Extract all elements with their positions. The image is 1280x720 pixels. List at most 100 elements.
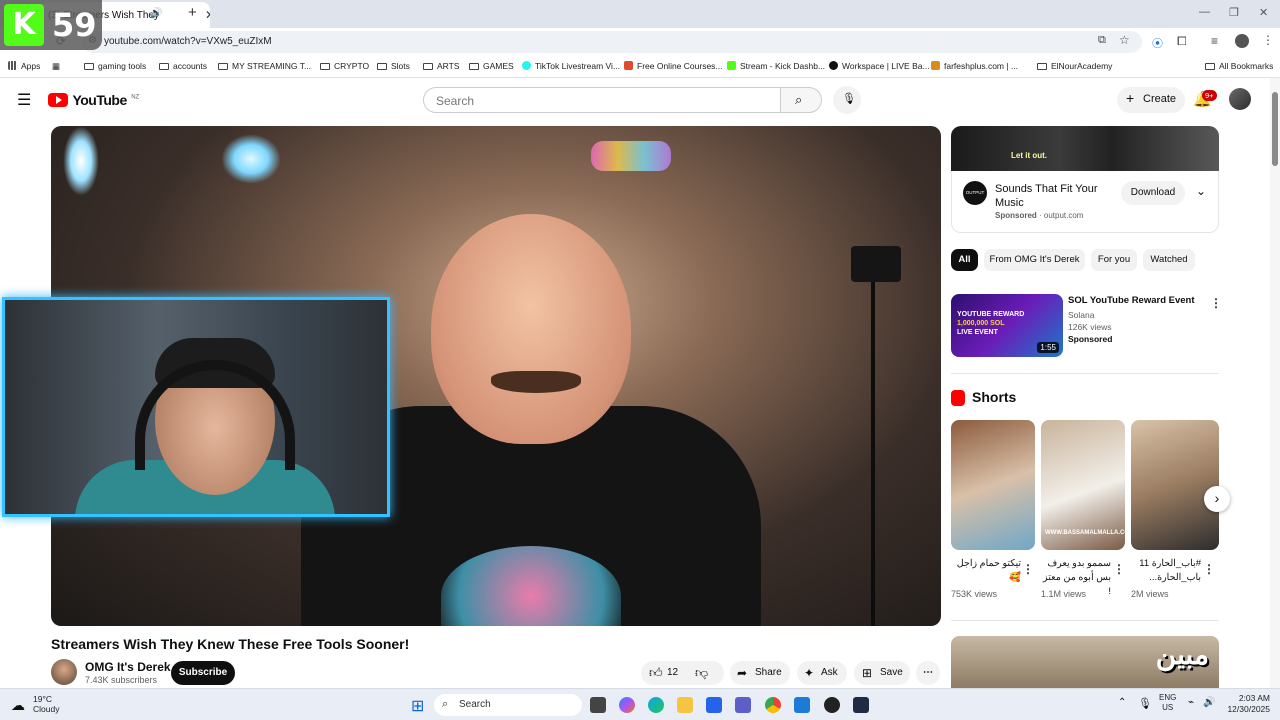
bookmark-games[interactable]: GAMES (469, 61, 514, 71)
more-options-icon[interactable]: ⋮ (1022, 562, 1034, 576)
bookmark-slots[interactable]: Slots (377, 61, 410, 71)
chip-all[interactable]: All (951, 249, 978, 271)
bookmark-accounts[interactable]: accounts (159, 61, 207, 71)
short-thumbnail[interactable] (1131, 420, 1219, 550)
edge-icon[interactable] (648, 697, 664, 713)
next-video-thumbnail[interactable]: مبين (951, 636, 1219, 688)
voice-search-button[interactable]: 🎙 (833, 86, 861, 114)
like-icon[interactable]: 👍︎ (649, 661, 663, 685)
youtube-logo[interactable]: YouTube NZ (48, 92, 139, 110)
window-close-icon[interactable]: ✕ (1259, 6, 1268, 19)
reading-list-icon[interactable]: ≡ (1211, 34, 1218, 48)
shorts-next-arrow-icon[interactable]: › (1204, 486, 1230, 512)
copilot-icon[interactable] (619, 697, 635, 713)
more-options-icon[interactable]: ⋮ (1203, 562, 1215, 576)
search-button[interactable]: ⌕ (780, 87, 822, 113)
bookmark-gaming-tools[interactable]: gaming tools (84, 61, 146, 71)
subscribe-button[interactable]: Subscribe (171, 661, 235, 685)
install-icon[interactable]: ⧉ (1098, 34, 1106, 47)
ad-title[interactable]: Sounds That Fit Your Music (995, 182, 1115, 210)
outlook-icon[interactable] (794, 697, 810, 713)
restore-icon[interactable]: ❐ (1229, 6, 1239, 19)
bookmark-my-streaming[interactable]: MY STREAMING T... (218, 61, 311, 71)
sponsored-video-title[interactable]: SOL YouTube Reward Event (1068, 295, 1195, 306)
speaker-icon[interactable]: 🔊 (150, 8, 162, 19)
short-title[interactable]: تيكتو حمام زاجل 🥰 (951, 557, 1021, 585)
short-thumbnail[interactable]: WWW.BASSAMALMALLA.COM (1041, 420, 1125, 550)
language-indicator[interactable]: ENG US (1159, 693, 1176, 713)
taskbar-search[interactable]: ⌕ Search (434, 694, 582, 716)
obs-icon[interactable] (824, 697, 840, 713)
store-icon[interactable] (706, 697, 722, 713)
chip-watched[interactable]: Watched (1143, 249, 1195, 271)
create-button[interactable]: + Create (1117, 87, 1185, 113)
show-hidden-icons-icon[interactable]: ⌃ (1118, 697, 1126, 708)
shorts-section-title: Shorts (972, 389, 1017, 405)
task-view-icon[interactable] (590, 697, 606, 713)
channel-avatar[interactable] (51, 659, 77, 685)
more-actions-icon[interactable]: ⋯ (916, 661, 940, 685)
sponsored-video-thumbnail[interactable]: YOUTUBE REWARD 1,000,000 SOL LIVE EVENT … (951, 294, 1063, 357)
file-explorer-icon[interactable] (677, 697, 693, 713)
share-button[interactable]: ➦ Share (730, 661, 790, 685)
weather-cloud-icon[interactable]: ☁ (11, 697, 25, 714)
page-scrollbar[interactable] (1270, 78, 1280, 688)
new-tab-icon[interactable]: + (188, 4, 197, 21)
sponsored-channel[interactable]: Solana (1068, 310, 1094, 320)
browser-menu-icon[interactable]: ⋮ (1262, 33, 1274, 47)
hamburger-menu-icon[interactable]: ☰ (17, 90, 31, 110)
bookmark-arts[interactable]: ARTS (423, 61, 460, 71)
weather-widget[interactable]: 19°C Cloudy (33, 694, 59, 714)
bookmark-star-icon[interactable]: ☆ (1119, 33, 1130, 47)
short-thumbnail[interactable] (951, 420, 1035, 550)
ad-image[interactable] (951, 126, 1219, 171)
microphone-icon[interactable]: 🎙 (1138, 697, 1152, 710)
bookmark-apps[interactable]: Apps (8, 61, 40, 71)
account-avatar[interactable] (1229, 88, 1251, 110)
network-icon[interactable]: ⌁ (1188, 697, 1194, 708)
folder-icon (469, 63, 479, 70)
apps-grid-icon (8, 61, 17, 70)
bookmark-workspace[interactable]: Workspace | LIVE Ba... (829, 61, 930, 71)
plus-icon: + (1126, 90, 1135, 106)
bookmark-free-courses[interactable]: Free Online Courses... (624, 61, 723, 71)
scrollbar-thumb[interactable] (1272, 92, 1278, 166)
extension-icon[interactable]: ⦿ (1152, 35, 1163, 51)
bookmark-elnouracademy[interactable]: ElNourAcademy (1037, 61, 1112, 71)
ad-download-button[interactable]: Download (1121, 181, 1185, 205)
more-options-icon[interactable]: ⋮ (1210, 296, 1222, 310)
streaming-app-icon[interactable] (853, 697, 869, 713)
search-input[interactable]: Search (423, 87, 781, 113)
bookmark-kick-dashboard[interactable]: Stream - Kick Dashb... (727, 61, 825, 71)
chip-for-you[interactable]: For you (1091, 249, 1137, 271)
extensions-puzzle-icon[interactable]: ⧠ (1177, 34, 1187, 49)
bookmark-crypto[interactable]: CRYPTO (320, 61, 369, 71)
save-button[interactable]: ⊞ Save (854, 661, 910, 685)
bookmark-all[interactable]: All Bookmarks (1205, 61, 1273, 71)
short-title[interactable]: #باب_الحارة 11 باب_الحارة... (1131, 557, 1201, 585)
chrome-icon[interactable] (765, 697, 781, 713)
folder-icon (159, 63, 169, 70)
short-views: 753K views (951, 589, 998, 599)
channel-name[interactable]: OMG It's Derek (85, 660, 171, 674)
more-options-icon[interactable]: ⋮ (1113, 562, 1125, 576)
profile-avatar[interactable] (1235, 34, 1249, 48)
teams-icon[interactable] (735, 697, 751, 713)
folder-icon (1037, 63, 1047, 70)
tab-grid-icon[interactable]: ▦ (52, 61, 60, 72)
ad-banner-text: Let it out. (1011, 151, 1047, 160)
kick-logo-icon: K (4, 4, 44, 46)
volume-icon[interactable]: 🔊 (1203, 697, 1215, 708)
system-clock[interactable]: 2:03 AM 12/30/2025 (1225, 693, 1270, 715)
chevron-down-icon[interactable]: ⌄ (1196, 184, 1206, 198)
windows-start-icon[interactable]: ⊞ (411, 696, 424, 716)
chip-from-channel[interactable]: From OMG It's Derek (984, 249, 1085, 271)
dislike-icon[interactable]: 👎︎ (695, 661, 708, 685)
minimize-icon[interactable]: — (1199, 6, 1210, 18)
ad-logo[interactable]: OUTPUT (963, 181, 987, 205)
ask-button[interactable]: ✦ Ask (797, 661, 847, 685)
bookmark-tiktok[interactable]: TikTok Livestream Vi... (522, 61, 620, 71)
address-bar[interactable]: ⚙ youtube.com/watch?v=VXw5_euZIxM ⧉ ☆ (82, 31, 1142, 53)
close-tab-icon[interactable]: ✕ (205, 8, 210, 22)
bookmark-farfeshplus[interactable]: farfeshplus.com | ... (931, 61, 1018, 71)
